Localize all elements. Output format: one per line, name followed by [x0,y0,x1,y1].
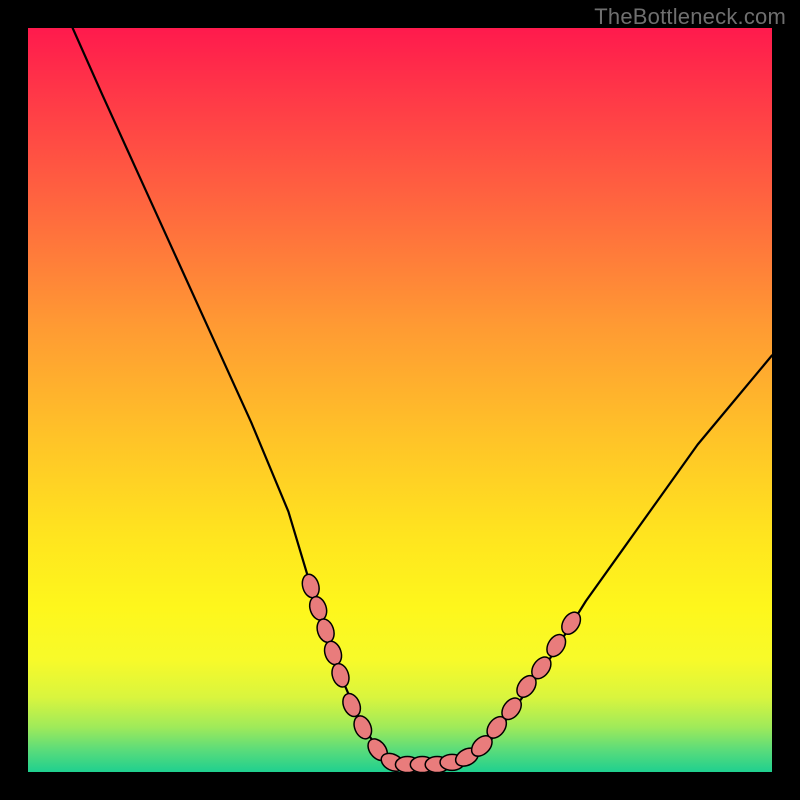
curve-line [73,28,772,765]
marker-point [307,594,330,622]
watermark-text: TheBottleneck.com [594,4,786,30]
chart-svg [28,28,772,772]
marker-point [340,691,364,719]
plot-area [28,28,772,772]
marker-point [558,609,584,638]
curve-markers [300,572,585,772]
marker-point [322,639,345,667]
marker-point [300,572,322,600]
chart-frame: TheBottleneck.com [0,0,800,800]
marker-point [314,617,337,645]
marker-point [329,661,352,689]
